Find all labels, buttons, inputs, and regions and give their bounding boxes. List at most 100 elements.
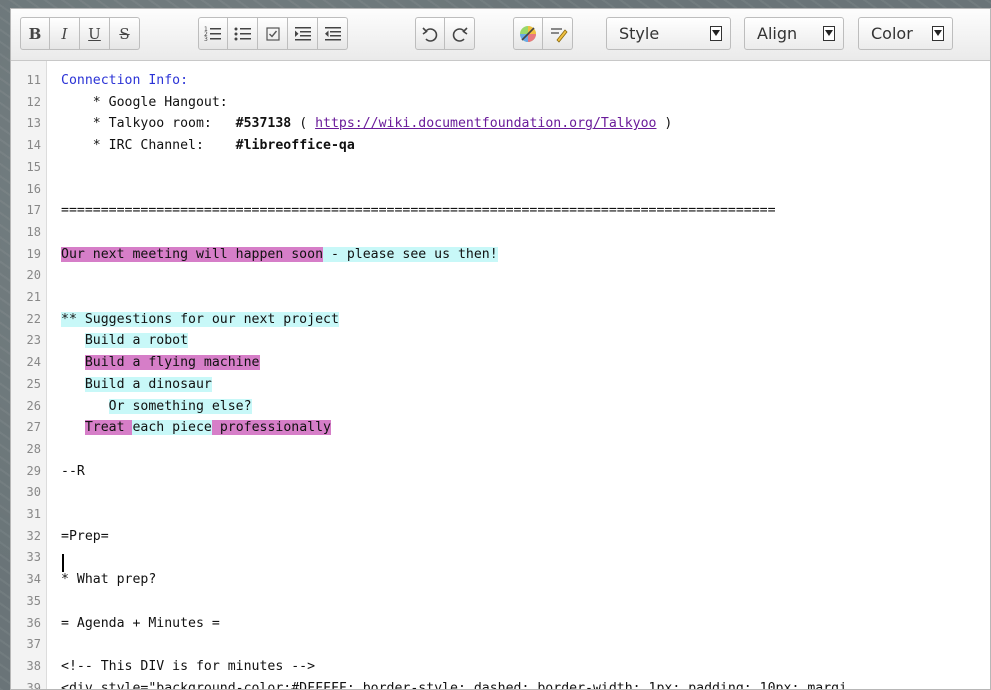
code-line[interactable]: 25 Build a dinosaur [11,374,990,396]
text-segment: * Google Hangout: [61,94,228,110]
text-segment: Or something else? [108,398,252,414]
strikethrough-button[interactable]: S [110,17,140,50]
code-line[interactable]: 39 <div style="background-color:#DFFFFF; … [11,678,990,689]
text-segment: each piece [132,420,212,436]
code-line[interactable]: 29 --R [11,461,990,483]
text-segment: - please see us then! [323,246,498,262]
bold-icon: B [28,24,42,43]
line-number: 13 [26,116,41,131]
style-dropdown[interactable]: Style [606,17,731,50]
code-line[interactable]: 26 Or something else? [11,396,990,418]
text-segment: Build a dinosaur [84,376,212,392]
line-number: 27 [26,420,41,435]
code-line[interactable]: 21 [11,287,990,309]
line-text: ** Suggestions for our next project [61,309,339,331]
strikethrough-icon: S [119,24,130,43]
wiki-link[interactable]: https://wiki.documentfoundation.org/Talk… [315,116,656,131]
align-dropdown[interactable]: Align [744,17,844,50]
line-number: 28 [26,441,41,456]
color-dropdown[interactable]: Color [858,17,953,50]
code-line[interactable]: 24 Build a flying machine [11,352,990,374]
code-line[interactable]: 27 Treat each piece professionally [11,417,990,439]
line-text: Or something else? [61,396,252,418]
line-text: Build a dinosaur [61,374,212,396]
line-number: 12 [26,94,41,109]
line-number: 34 [26,572,41,587]
underline-icon: U [88,24,101,43]
text-segment: ) [656,116,673,132]
text-segment: Build a flying machine [84,355,260,371]
redo-icon [452,26,468,42]
line-number: 11 [26,73,41,87]
code-line[interactable]: 19 Our next meeting will happen soon - pl… [11,244,990,266]
line-number: 19 [26,246,41,261]
code-line[interactable]: 17 ======================================… [11,200,990,222]
code-line[interactable]: 28 [11,439,990,461]
code-line[interactable]: 23 Build a robot [11,330,990,352]
code-line[interactable]: 12 * Google Hangout: [11,92,990,114]
text-segment [61,377,85,392]
code-line[interactable]: 34 * What prep? [11,569,990,591]
text-segment [61,333,85,348]
code-line[interactable]: 33 [11,547,990,569]
code-line[interactable]: 35 [11,591,990,613]
code-line[interactable]: 22 ** Suggestions for our next project [11,309,990,331]
line-text: Connection Info: [61,70,188,92]
line-text: Our next meeting will happen soon - plea… [61,244,498,266]
svg-text:3: 3 [204,36,208,43]
text-segment: * What prep? [61,572,157,588]
checkbox-list-button[interactable] [258,17,288,50]
text-segment: * IRC Channel: [61,138,236,154]
line-number: 15 [26,159,41,174]
outdent-button[interactable] [318,17,348,50]
indent-icon [294,26,311,40]
text-segment: * Talkyoo room: [61,116,236,132]
text-editor: B I U S 1 2 3 Style Align Color 11 Conne… [10,8,991,690]
style-dropdown-label: Style [619,24,660,43]
text-segment: Treat [84,420,133,436]
code-line[interactable]: 31 [11,504,990,526]
line-number: 20 [26,268,41,283]
code-line[interactable]: 15 [11,157,990,179]
undo-button[interactable] [415,17,445,50]
italic-button[interactable]: I [50,17,80,50]
color-dropdown-label: Color [871,24,913,43]
text-segment: --R [61,463,85,479]
text-segment: #libreoffice-qa [235,138,355,154]
line-text: * IRC Channel: #libreoffice-qa [61,135,355,157]
redo-button[interactable] [445,17,475,50]
underline-button[interactable]: U [80,17,110,50]
code-line[interactable]: 30 [11,482,990,504]
text-segment: ( [291,116,316,132]
code-line[interactable]: 20 [11,265,990,287]
text-segment [61,355,85,370]
line-number: 14 [26,138,41,153]
code-line[interactable]: 11 Connection Info: [11,70,990,92]
line-number: 25 [26,376,41,391]
code-line[interactable]: 18 [11,222,990,244]
code-line[interactable]: 16 [11,179,990,201]
outdent-icon [324,26,341,40]
line-number: 17 [26,203,41,218]
code-line[interactable]: 37 [11,634,990,656]
line-text: --R [61,461,85,483]
numbered-list-button[interactable]: 1 2 3 [198,17,228,50]
text-segment: ** Suggestions for our next project [61,311,339,327]
editor-content[interactable]: 11 Connection Info: 12 * Google Hangout: 13… [11,61,990,689]
code-line[interactable]: 14 * IRC Channel: #libreoffice-qa [11,135,990,157]
line-text: Build a robot [61,330,189,352]
bold-button[interactable]: B [20,17,50,50]
indent-button[interactable] [288,17,318,50]
text-segment: Connection Info: [61,73,189,88]
code-line[interactable]: 13 * Talkyoo room: #537138 ( https://wik… [11,113,990,135]
chevron-down-icon [710,26,722,41]
bullet-list-button[interactable] [228,17,258,50]
code-line[interactable]: 38 <!-- This DIV is for minutes --> [11,656,990,678]
line-number: 37 [26,637,41,652]
formatting-toolbar: B I U S 1 2 3 Style Align Color [11,9,990,61]
code-line[interactable]: 36 = Agenda + Minutes = [11,613,990,635]
code-line[interactable]: 32 =Prep= [11,526,990,548]
highlight-color-button[interactable] [513,17,543,50]
marker-button[interactable] [543,17,573,50]
line-number: 18 [26,224,41,239]
